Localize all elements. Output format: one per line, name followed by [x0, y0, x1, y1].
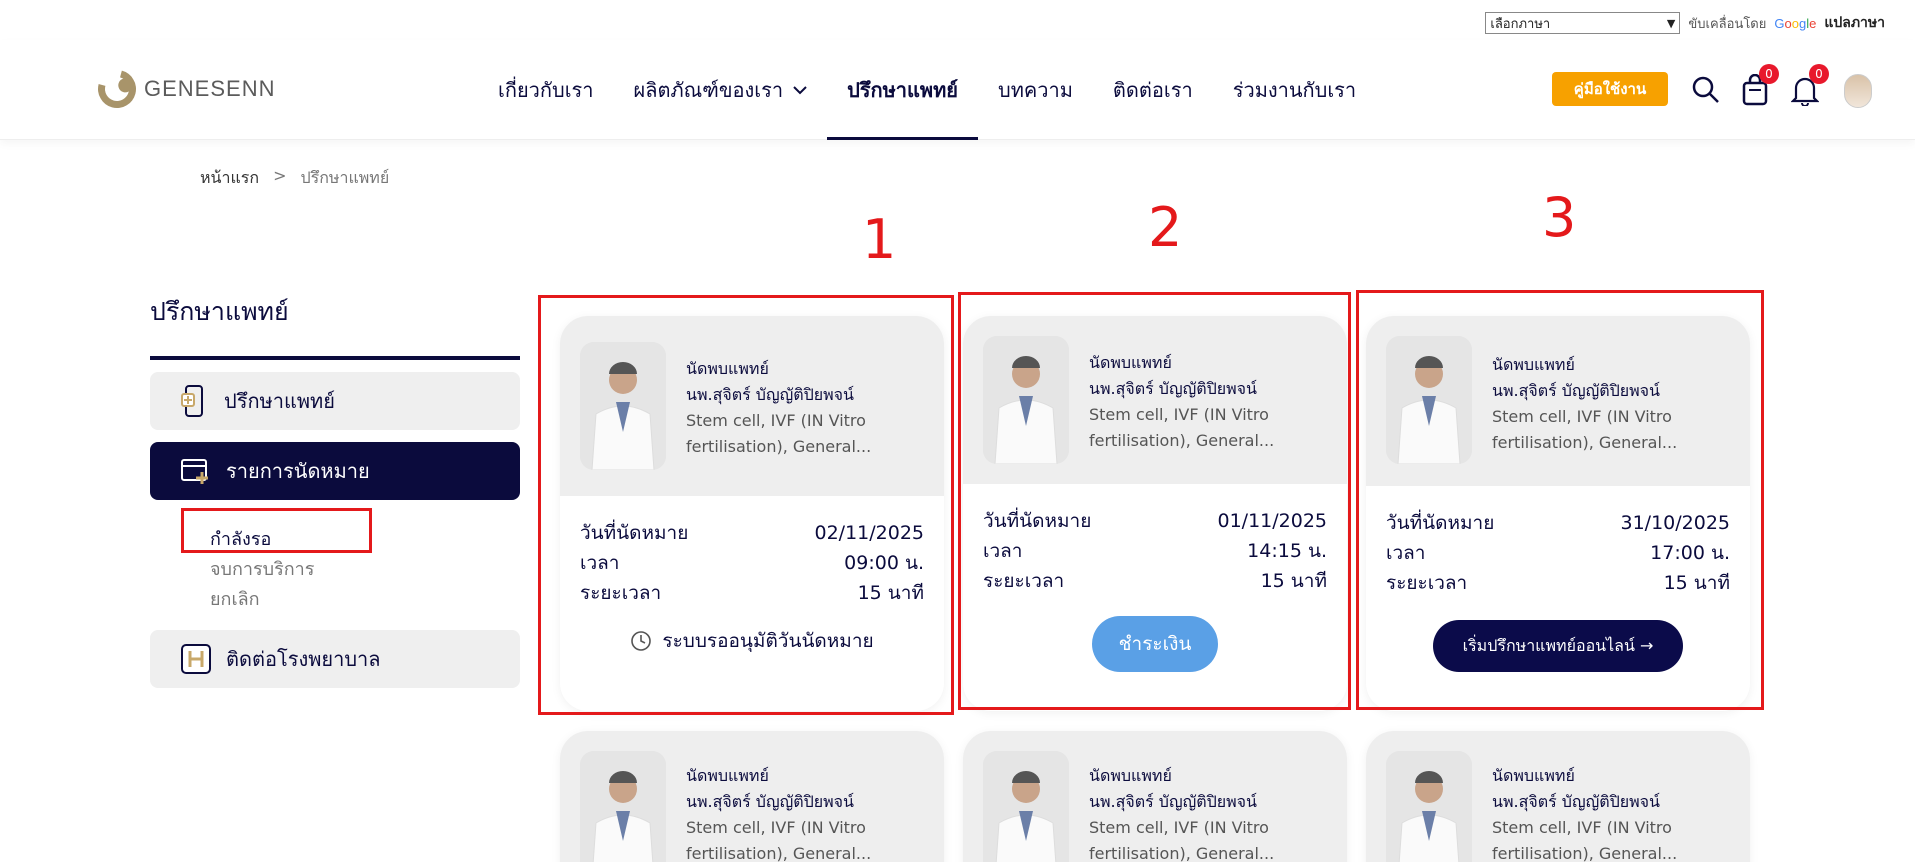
card-heading: นัดพบแพทย์ — [686, 766, 769, 785]
nav-contact-label: ติดต่อเรา — [1112, 78, 1193, 102]
nav-articles[interactable]: บทความ — [978, 40, 1093, 140]
annotation-number-1: 1 — [862, 208, 897, 271]
nav-about[interactable]: เกี่ยวกับเรา — [478, 40, 614, 140]
main-nav: เกี่ยวกับเรา ผลิตภัณฑ์ของเรา ปรึกษาแพทย์… — [478, 40, 1376, 140]
sidebar-item-label: ปรึกษาแพทย์ — [224, 389, 335, 413]
nav-products-label: ผลิตภัณฑ์ของเรา — [633, 78, 784, 102]
sidebar-title: ปรึกษาแพทย์ — [150, 297, 289, 326]
card-doctor-info: นัดพบแพทย์ นพ.สุจิตร์ บัญญัติปิยพจน์ Ste… — [686, 763, 871, 862]
search-icon[interactable] — [1686, 70, 1726, 110]
language-select[interactable]: เลือกภาษา ▼ — [1485, 12, 1681, 34]
nav-consult-label: ปรึกษาแพทย์ — [847, 78, 959, 102]
notification-count-badge: 0 — [1809, 64, 1829, 84]
doctor-specialty-line-2: fertilisation), General... — [1089, 844, 1275, 862]
doctor-photo — [983, 751, 1069, 862]
manual-button[interactable]: คู่มือใช้งาน — [1552, 72, 1668, 106]
avatar[interactable] — [1844, 74, 1872, 108]
breadcrumb-current: ปรึกษาแพทย์ — [300, 168, 390, 187]
site-logo[interactable]: GENESENN — [91, 63, 276, 115]
nav-contact[interactable]: ติดต่อเรา — [1093, 40, 1213, 140]
card-doctor-info: นัดพบแพทย์ นพ.สุจิตร์ บัญญัติปิยพจน์ Ste… — [1089, 763, 1274, 862]
doctor-name: นพ.สุจิตร์ บัญญัติปิยพจน์ — [1492, 792, 1660, 811]
annotation-box-1 — [538, 295, 954, 715]
cart-button[interactable]: 0 — [1735, 64, 1779, 110]
card-header: นัดพบแพทย์ นพ.สุจิตร์ บัญญัติปิยพจน์ Ste… — [560, 731, 944, 862]
calendar-add-icon — [181, 459, 208, 484]
breadcrumb-home[interactable]: หน้าแรก — [200, 166, 259, 191]
chevron-down-icon: ▼ — [1666, 16, 1676, 30]
sidebar-item-hospital-contact[interactable]: ติดต่อโรงพยาบาล — [150, 630, 520, 688]
sidebar-subitem-completed[interactable]: จบการบริการ — [210, 554, 314, 583]
nav-careers-label: ร่วมงานกับเรา — [1232, 78, 1357, 102]
powered-by-text: ขับเคลื่อนโดย — [1688, 16, 1767, 32]
doctor-specialty-line-2: fertilisation), General... — [1492, 844, 1678, 862]
translate-bar: เลือกภาษา ▼ ขับเคลื่อนโดย Google แปลภาษา — [1485, 12, 1885, 34]
card-heading: นัดพบแพทย์ — [1089, 766, 1172, 785]
doctor-specialty-line-2: fertilisation), General... — [686, 844, 872, 862]
annotation-number-3: 3 — [1542, 186, 1577, 249]
sidebar-item-label: ติดต่อโรงพยาบาล — [226, 647, 381, 671]
annotation-number-2: 2 — [1148, 196, 1183, 259]
doctor-name: นพ.สุจิตร์ บัญญัติปิยพจน์ — [1089, 792, 1257, 811]
nav-consult[interactable]: ปรึกษาแพทย์ — [827, 40, 978, 140]
annotation-box-2 — [958, 292, 1351, 710]
doctor-name: นพ.สุจิตร์ บัญญัติปิยพจน์ — [686, 792, 854, 811]
logo-mark-icon — [91, 63, 143, 115]
annotation-box-waiting — [181, 508, 372, 553]
doctor-photo — [580, 751, 666, 862]
nav-about-label: เกี่ยวกับเรา — [498, 78, 594, 102]
translate-link[interactable]: แปลภาษา — [1824, 12, 1885, 34]
doctor-photo — [1386, 751, 1472, 862]
doctor-specialty-line-1: Stem cell, IVF (IN Vitro — [1492, 818, 1672, 837]
cart-count-badge: 0 — [1759, 64, 1779, 84]
logo-text: GENESENN — [144, 76, 276, 101]
doctor-specialty-line-1: Stem cell, IVF (IN Vitro — [686, 818, 866, 837]
nav-articles-label: บทความ — [998, 78, 1073, 102]
card-heading: นัดพบแพทย์ — [1492, 766, 1575, 785]
doctor-specialty-line-1: Stem cell, IVF (IN Vitro — [1089, 818, 1269, 837]
hospital-icon — [181, 644, 211, 674]
sidebar-item-label: รายการนัดหมาย — [226, 459, 370, 483]
sidebar-item-consult[interactable]: ปรึกษาแพทย์ — [150, 372, 520, 430]
chevron-down-icon — [793, 86, 807, 95]
sidebar-subitem-cancelled[interactable]: ยกเลิก — [210, 584, 260, 613]
card-header: นัดพบแพทย์ นพ.สุจิตร์ บัญญัติปิยพจน์ Ste… — [963, 731, 1347, 862]
appointment-card: นัดพบแพทย์ นพ.สุจิตร์ บัญญัติปิยพจน์ Ste… — [963, 731, 1347, 862]
phone-medical-icon — [181, 385, 203, 417]
language-select-value: เลือกภาษา — [1490, 16, 1551, 32]
google-logo: Google — [1774, 15, 1817, 31]
notification-button[interactable]: 0 — [1785, 64, 1829, 110]
breadcrumb: หน้าแรก > ปรึกษาแพทย์ — [200, 166, 389, 191]
site-header: GENESENN เกี่ยวกับเรา ผลิตภัณฑ์ของเรา ปร… — [0, 40, 1915, 140]
annotation-box-3 — [1356, 290, 1764, 710]
sidebar-divider — [150, 356, 520, 360]
card-doctor-info: นัดพบแพทย์ นพ.สุจิตร์ บัญญัติปิยพจน์ Ste… — [1492, 763, 1677, 862]
sidebar-item-appointments[interactable]: รายการนัดหมาย — [150, 442, 520, 500]
appointment-card: นัดพบแพทย์ นพ.สุจิตร์ บัญญัติปิยพจน์ Ste… — [1366, 731, 1750, 862]
appointment-card: นัดพบแพทย์ นพ.สุจิตร์ บัญญัติปิยพจน์ Ste… — [560, 731, 944, 862]
nav-careers[interactable]: ร่วมงานกับเรา — [1213, 40, 1376, 140]
breadcrumb-separator: > — [273, 166, 287, 185]
nav-products[interactable]: ผลิตภัณฑ์ของเรา — [614, 40, 828, 140]
card-header: นัดพบแพทย์ นพ.สุจิตร์ บัญญัติปิยพจน์ Ste… — [1366, 731, 1750, 862]
